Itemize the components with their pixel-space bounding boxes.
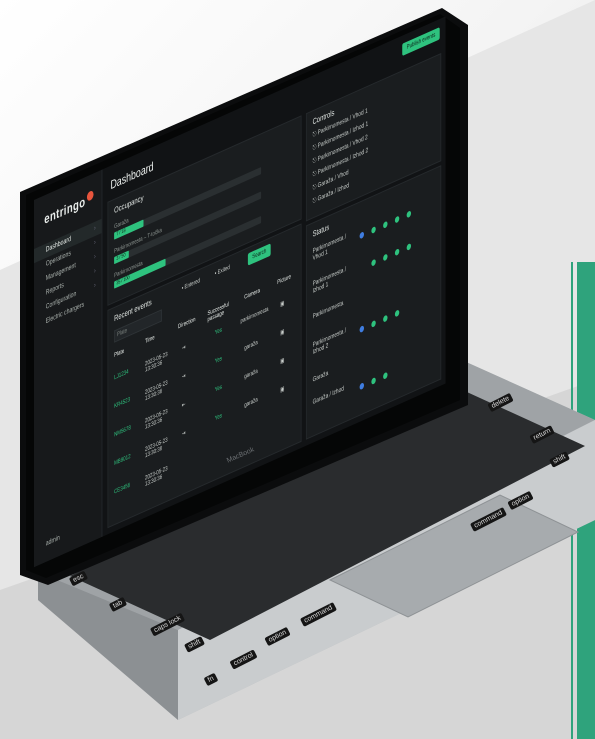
event-time: 2023-05-23 13:30:36 bbox=[144, 465, 168, 489]
status-row-label: Parkirnomesta / Izhod 1 bbox=[312, 265, 347, 295]
event-plate: NM5678 bbox=[114, 425, 131, 439]
status-title: Status bbox=[312, 222, 330, 239]
filter-exited[interactable]: ▪ Exited bbox=[215, 265, 230, 278]
col-picture: Picture bbox=[277, 274, 292, 287]
status-indicator-icon bbox=[359, 231, 365, 240]
status-row-label: Garaža bbox=[312, 369, 329, 384]
status-indicator-icon bbox=[406, 242, 412, 251]
filter-exited-label: Exited bbox=[217, 264, 230, 277]
brand-logo: entringo bbox=[44, 193, 86, 228]
event-time: 2023-05-23 13:30:36 bbox=[144, 437, 168, 460]
status-indicator-icon bbox=[394, 215, 400, 224]
status-indicator-icon bbox=[383, 253, 388, 262]
col-plate: Plate bbox=[114, 348, 125, 360]
search-button[interactable]: Search bbox=[247, 243, 271, 266]
event-camera: garaža bbox=[244, 396, 258, 410]
status-indicator-icon bbox=[359, 325, 365, 334]
event-plate: LJ1234 bbox=[114, 368, 129, 382]
chevron-right-icon: › bbox=[94, 238, 96, 247]
col-time: Time bbox=[144, 334, 155, 346]
status-indicator-icon bbox=[359, 382, 365, 391]
event-plate: KR4523 bbox=[114, 396, 131, 411]
status-indicator-icon bbox=[406, 210, 412, 219]
chevron-right-icon: › bbox=[94, 253, 96, 261]
picture-icon[interactable]: ▣ bbox=[280, 357, 284, 366]
chevron-right-icon: › bbox=[94, 281, 96, 290]
status-row-label: Garaža / Izhod bbox=[312, 385, 344, 407]
picture-icon[interactable]: ▣ bbox=[280, 299, 284, 308]
status-indicator-icon bbox=[371, 225, 376, 235]
picture-icon[interactable]: ▣ bbox=[280, 328, 284, 337]
event-camera: parkirnomesta bbox=[240, 306, 269, 326]
event-time: 2023-05-23 13:30:36 bbox=[144, 380, 168, 403]
status-indicator-icon bbox=[394, 248, 400, 257]
col-camera: Camera bbox=[244, 287, 260, 302]
direction-arrow-icon: ⇥ bbox=[181, 344, 186, 353]
status-indicator-icon bbox=[383, 371, 388, 380]
status-indicator-icon bbox=[371, 258, 376, 267]
picture-icon[interactable]: ▣ bbox=[280, 385, 284, 394]
status-indicator-icon bbox=[371, 319, 376, 328]
event-success: Yes bbox=[214, 384, 223, 394]
event-success: Yes bbox=[214, 355, 223, 366]
event-plate: CE3456 bbox=[114, 482, 131, 496]
status-row-label: Parkirnomesta bbox=[312, 299, 344, 321]
direction-arrow-icon: ⇤ bbox=[181, 401, 186, 410]
event-time: 2023-05-23 13:30:36 bbox=[144, 408, 168, 431]
user-name[interactable]: admin bbox=[46, 534, 60, 547]
status-indicator-icon bbox=[383, 220, 388, 229]
col-successful-passage: Successful passage bbox=[207, 301, 229, 324]
status-indicator-icon bbox=[394, 309, 400, 318]
status-indicator-icon bbox=[383, 314, 388, 323]
sidebar: entringo Dashboard › Operations › Manageme… bbox=[34, 169, 103, 568]
event-success: Yes bbox=[214, 412, 223, 423]
event-camera: garaža bbox=[244, 368, 258, 381]
filter-entered-label: Entered bbox=[184, 277, 200, 291]
status-row-label: Parkirnomesta / Vhod 1 bbox=[312, 233, 347, 263]
filter-entered[interactable]: ▪ Entered bbox=[182, 278, 200, 292]
event-plate: MB9012 bbox=[114, 453, 131, 468]
event-time: 2023-05-23 13:30:36 bbox=[144, 351, 168, 374]
col-direction: Direction bbox=[178, 316, 196, 331]
event-success: Yes bbox=[214, 327, 223, 337]
direction-arrow-icon: ⇥ bbox=[181, 430, 186, 439]
brand-mark-icon bbox=[86, 189, 94, 202]
event-camera: garaža bbox=[244, 339, 258, 353]
direction-arrow-icon: ⇥ bbox=[181, 373, 186, 381]
chevron-right-icon: › bbox=[94, 224, 96, 233]
chevron-right-icon: › bbox=[94, 267, 96, 276]
occupancy-title: Occupancy bbox=[114, 192, 144, 216]
status-row-label: Parkirnomesta / Izhod 2 bbox=[312, 326, 347, 357]
sidebar-nav: Dashboard › Operations › Management › Repor… bbox=[34, 218, 102, 335]
status-indicator-icon bbox=[371, 376, 376, 386]
